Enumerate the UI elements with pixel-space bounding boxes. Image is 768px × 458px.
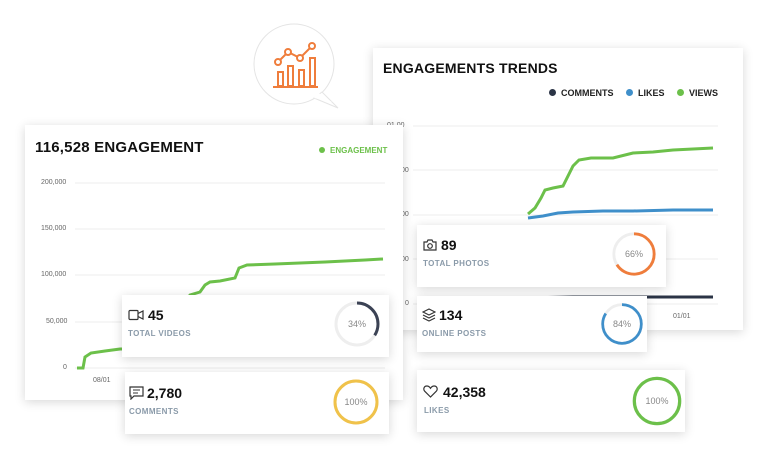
posts-percent: 84% [612, 319, 631, 329]
videos-percent: 34% [347, 319, 366, 329]
engagement-trends-card: ENGAGEMENTS TRENDS COMMENTS LIKES VIEWS … [373, 48, 743, 330]
likes-percent: 100% [645, 396, 669, 406]
stat-card-posts[interactable]: 134 ONLINE POSTS 84% [417, 296, 647, 352]
photos-percent: 66% [624, 249, 643, 259]
likes-value: 42,358 [443, 384, 486, 400]
likes-line [527, 208, 713, 220]
trends-chart [413, 125, 718, 305]
likes-label: LIKES [424, 406, 450, 415]
stat-card-comments[interactable]: 2,780 COMMENTS 100% [125, 372, 389, 434]
engagement-card: 116,528 ENGAGEMENT ENGAGEMENT 200,000 15… [25, 125, 403, 400]
posts-value: 134 [439, 307, 463, 323]
comment-icon [129, 386, 144, 400]
heart-icon [423, 385, 438, 398]
comments-value: 2,780 [147, 385, 183, 401]
layers-icon [422, 308, 436, 322]
videos-value: 45 [148, 307, 164, 323]
chart-badge [252, 22, 342, 112]
photos-value: 89 [441, 237, 457, 253]
photos-label: TOTAL PHOTOS [423, 259, 490, 268]
chart-growth-icon [272, 40, 318, 90]
video-icon [128, 309, 144, 321]
comments-percent: 100% [344, 397, 368, 407]
stat-card-likes[interactable]: 42,358 LIKES 100% [417, 370, 685, 432]
views-line [527, 146, 714, 216]
camera-icon [423, 239, 437, 251]
videos-label: TOTAL VIDEOS [128, 329, 192, 338]
stat-card-photos[interactable]: 89 TOTAL PHOTOS 66% [417, 225, 666, 287]
stat-card-videos[interactable]: 45 TOTAL VIDEOS 34% [122, 295, 389, 357]
posts-label: ONLINE POSTS [422, 329, 487, 338]
comments-label: COMMENTS [129, 407, 179, 416]
engagement-chart [75, 182, 385, 370]
